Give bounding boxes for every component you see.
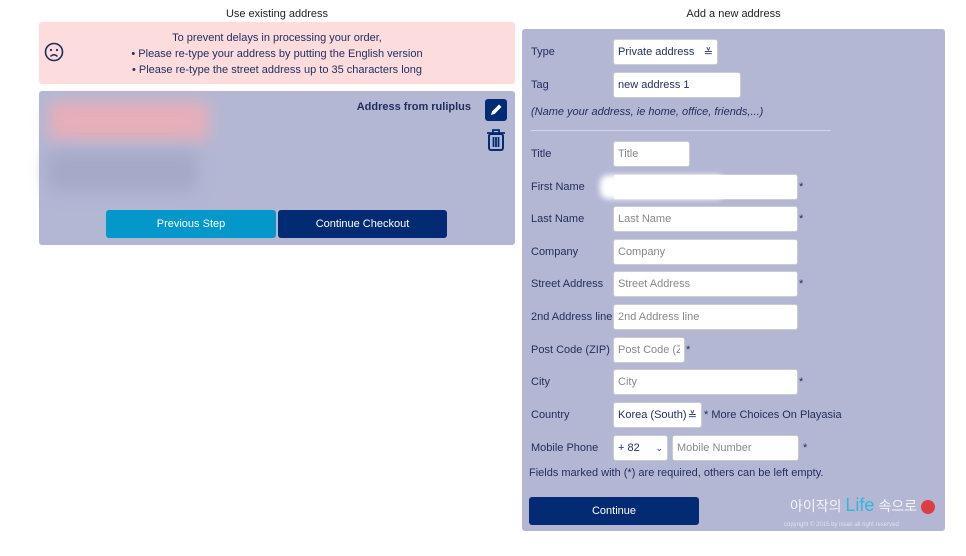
existing-address-card[interactable]: Address from ruliplus Previous Step Cont… xyxy=(39,91,515,245)
warning-line: • Please re-type your address by putting… xyxy=(131,48,423,60)
previous-step-button[interactable]: Previous Step xyxy=(106,210,276,238)
street-input[interactable] xyxy=(613,271,798,297)
new-address-heading: Add a new address xyxy=(686,8,781,20)
continue-checkout-button[interactable]: Continue Checkout xyxy=(278,210,447,238)
required-note: Fields marked with (*) are required, oth… xyxy=(529,467,824,479)
double-chevron-down-icon: ≚ xyxy=(703,46,713,59)
country-label: Country xyxy=(531,409,570,421)
country-note: * More Choices On Playasia xyxy=(704,409,842,421)
warning-line: • Please re-type the street address up t… xyxy=(131,64,422,76)
pencil-icon xyxy=(491,104,502,115)
type-value: Private address xyxy=(618,46,695,58)
tag-input[interactable] xyxy=(613,72,741,98)
company-label: Company xyxy=(531,246,579,258)
phone-code: + 82 xyxy=(618,442,640,454)
blurred-address xyxy=(47,151,197,191)
divider xyxy=(531,130,831,131)
mobile-number-input[interactable] xyxy=(672,435,799,461)
zip-input[interactable] xyxy=(613,337,685,363)
required-star: * xyxy=(799,376,804,388)
required-star: * xyxy=(799,278,804,290)
address2-label: 2nd Address line xyxy=(531,311,613,323)
last-name-label: Last Name xyxy=(531,213,585,225)
existing-address-heading: Use existing address xyxy=(225,8,329,20)
blurred-name xyxy=(600,175,725,199)
required-star: * xyxy=(799,213,804,225)
trash-icon[interactable] xyxy=(486,128,506,152)
address2-input[interactable] xyxy=(613,304,798,330)
title-label: Title xyxy=(531,148,552,160)
warning-line: To prevent delays in processing your ord… xyxy=(172,32,382,44)
watermark-logo: 아이작의 Life 속으로 xyxy=(790,495,935,516)
last-name-input[interactable] xyxy=(613,206,798,232)
warning-box: To prevent delays in processing your ord… xyxy=(39,22,515,84)
watermark-copyright: copyright © 2015 by issac all right rese… xyxy=(784,522,899,528)
company-input[interactable] xyxy=(613,239,798,265)
city-input[interactable] xyxy=(613,369,798,395)
city-label: City xyxy=(531,376,550,388)
title-input[interactable] xyxy=(613,141,690,167)
required-star: * xyxy=(803,442,808,454)
phone-label: Mobile Phone xyxy=(531,442,599,454)
double-chevron-down-icon: ≚ xyxy=(687,409,697,422)
street-label: Street Address xyxy=(531,278,604,290)
phone-code-select[interactable]: + 82 ⌄ xyxy=(613,435,668,461)
chevron-down-icon: ⌄ xyxy=(655,442,663,453)
country-value: Korea (South) xyxy=(618,409,687,421)
address-source-label: Address from ruliplus xyxy=(356,101,471,113)
tag-hint: (Name your address, ie home, office, fri… xyxy=(531,106,764,118)
tag-label: Tag xyxy=(531,79,549,91)
zip-label: Post Code (ZIP) xyxy=(531,344,610,356)
blurred-address xyxy=(49,101,209,141)
edit-button[interactable] xyxy=(485,99,507,121)
new-address-form: Type Private address ≚ Tag (Name your add… xyxy=(522,29,945,531)
required-star: * xyxy=(686,344,691,356)
required-star: * xyxy=(799,181,804,193)
continue-button[interactable]: Continue xyxy=(529,497,699,525)
first-name-label: First Name xyxy=(531,181,585,193)
type-select[interactable]: Private address ≚ xyxy=(613,39,718,65)
country-select[interactable]: Korea (South) ≚ xyxy=(613,402,702,428)
type-label: Type xyxy=(531,46,555,58)
